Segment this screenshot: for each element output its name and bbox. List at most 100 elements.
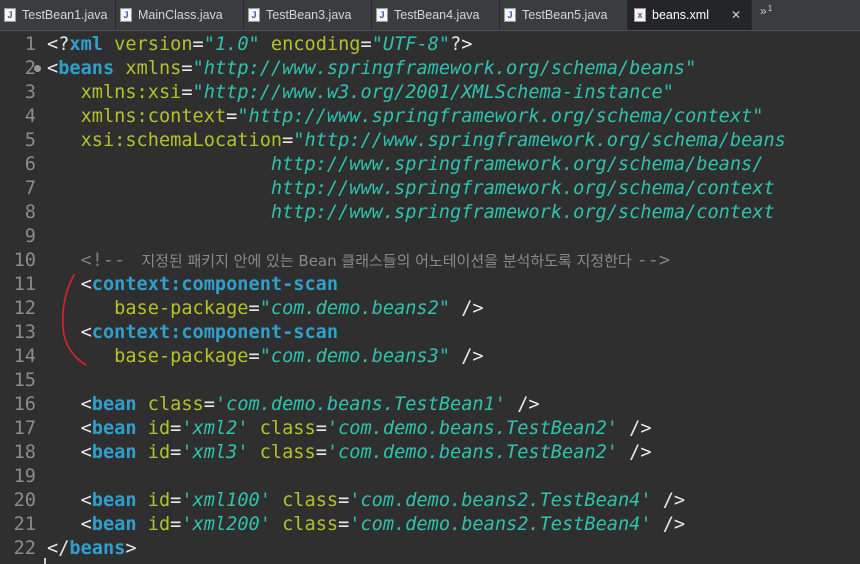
code-token: bean (91, 490, 137, 511)
line-number: 12 (13, 298, 36, 319)
code-token: id (136, 418, 171, 439)
tab-overflow-button[interactable]: » 1 (752, 0, 772, 30)
code-line[interactable]: 2 <beans xmlns="http://www.springframewor… (0, 57, 860, 81)
code-line[interactable]: 15 (0, 369, 860, 393)
line-number: 16 (13, 394, 36, 415)
tab-label: MainClass.java (138, 8, 223, 22)
code-token: version (102, 34, 193, 55)
code-token: = (170, 490, 182, 511)
code-text: base-package="com.demo.beans3" /> (47, 345, 484, 369)
code-token: 'xml3' (181, 442, 249, 463)
code-token: = (181, 58, 193, 79)
line-number: 8 (24, 202, 36, 223)
code-token: < (47, 274, 92, 295)
code-token: /> (450, 346, 484, 367)
code-line[interactable]: 22 </beans> (0, 537, 860, 561)
code-token: <!-- (47, 250, 137, 271)
code-text: <bean id='xml3' class='com.demo.beans.Te… (47, 441, 652, 465)
tab-testbean1-java[interactable]: J TestBean1.java (0, 0, 116, 30)
tab-mainclass-java[interactable]: J MainClass.java (116, 0, 244, 30)
code-text: <bean id='xml2' class='com.demo.beans.Te… (47, 417, 652, 441)
code-token: = (338, 514, 350, 535)
code-token: 'com.demo.beans.TestBean2' (326, 418, 618, 439)
java-file-icon: J (248, 8, 260, 22)
code-token: class (136, 394, 204, 415)
code-line[interactable]: 7 http://www.springframework.org/schema/… (0, 177, 860, 201)
line-number: 22 (13, 538, 36, 559)
code-text: http://www.springframework.org/schema/co… (47, 201, 775, 225)
code-token: xmlns:context (47, 106, 227, 127)
code-token: = (248, 298, 260, 319)
code-token: 'com.demo.beans.TestBean1' (214, 394, 506, 415)
code-token: bean (91, 418, 137, 439)
code-line[interactable]: 12 base-package="com.demo.beans2" /> (0, 297, 860, 321)
line-number: 11 (13, 274, 36, 295)
code-token: = (226, 106, 238, 127)
code-token: = (282, 130, 294, 151)
code-token: context:component-scan (91, 274, 339, 295)
code-line[interactable]: 8 http://www.springframework.org/schema/… (0, 201, 860, 225)
code-text: http://www.springframework.org/schema/be… (47, 153, 764, 177)
hidden-tab-count: 1 (767, 4, 773, 13)
code-line[interactable]: 5 xsi:schemaLocation="http://www.springf… (0, 129, 860, 153)
code-line[interactable]: 14 base-package="com.demo.beans3" /> (0, 345, 860, 369)
line-number: 2 (24, 58, 36, 79)
code-line[interactable]: 6 http://www.springframework.org/schema/… (0, 153, 860, 177)
tab-label: TestBean5.java (522, 8, 608, 22)
code-text: <beans xmlns="http://www.springframework… (47, 57, 696, 81)
code-text: <?xml version="1.0" encoding="UTF-8"?> (47, 33, 472, 57)
code-line[interactable]: 17 <bean id='xml2' class='com.demo.beans… (0, 417, 860, 441)
line-number: 15 (13, 370, 36, 391)
code-token: "http://www.springframework.org/schema/b… (293, 130, 786, 151)
java-file-icon: J (504, 8, 516, 22)
xml-editor[interactable]: 1 <?xml version="1.0" encoding="UTF-8"?> 2… (0, 31, 860, 564)
tab-testbean4-java[interactable]: J TestBean4.java (372, 0, 500, 30)
line-number: 9 (24, 226, 36, 247)
code-token: = (338, 490, 350, 511)
code-text: <bean id='xml200' class='com.demo.beans2… (47, 513, 686, 537)
code-token: beans (58, 58, 115, 79)
code-text: xsi:schemaLocation="http://www.springfra… (47, 129, 786, 153)
java-file-icon: J (376, 8, 388, 22)
code-token: class (270, 490, 339, 511)
code-line[interactable]: 1 <?xml version="1.0" encoding="UTF-8"?> (0, 33, 860, 57)
code-line[interactable]: 9 (0, 225, 860, 249)
code-token: < (47, 394, 92, 415)
line-number: 3 (24, 82, 36, 103)
code-token: --> (636, 250, 671, 271)
tab-beans-xml[interactable]: x beans.xml ✕ (628, 0, 752, 30)
tab-testbean3-java[interactable]: J TestBean3.java (244, 0, 372, 30)
code-token: /> (651, 514, 686, 535)
code-token: xsi:schemaLocation (47, 130, 283, 151)
code-text: <context:component-scan (47, 321, 338, 345)
java-file-icon: J (4, 8, 16, 22)
code-line[interactable]: 20 <bean id='xml100' class='com.demo.bea… (0, 489, 860, 513)
close-tab-icon[interactable]: ✕ (731, 8, 741, 22)
code-token: id (136, 442, 171, 463)
line-number: 1 (24, 34, 36, 55)
code-token: http://www.springframework.org/schema/be… (47, 154, 764, 175)
code-line[interactable]: 3 xmlns:xsi="http://www.w3.org/2001/XMLS… (0, 81, 860, 105)
code-token: class (248, 442, 316, 463)
code-line[interactable]: 13 <context:component-scan (0, 321, 860, 345)
code-line[interactable]: 21 <bean id='xml200' class='com.demo.bea… (0, 513, 860, 537)
xml-file-icon: x (634, 8, 646, 22)
code-line[interactable]: 18 <bean id='xml3' class='com.demo.beans… (0, 441, 860, 465)
code-line[interactable]: 10 <!-- 지정된 패키지 안에 있는 Bean 클래스들의 어노테이션을 … (0, 249, 860, 273)
line-number: 19 (13, 466, 36, 487)
code-token: /> (617, 442, 652, 463)
code-line[interactable]: 19 (0, 465, 860, 489)
line-number: 13 (13, 322, 36, 343)
code-line[interactable]: 11 <context:component-scan (0, 273, 860, 297)
code-line[interactable]: 16 <bean class='com.demo.beans.TestBean1… (0, 393, 860, 417)
tab-testbean5-java[interactable]: J TestBean5.java (500, 0, 628, 30)
code-token: http://www.springframework.org/schema/co… (47, 178, 775, 199)
code-token: 'com.demo.beans2.TestBean4' (349, 514, 652, 535)
code-text: <bean class='com.demo.beans.TestBean1' /… (47, 393, 540, 417)
code-token: < (47, 58, 59, 79)
fold-toggle-icon[interactable] (34, 65, 41, 72)
code-text: http://www.springframework.org/schema/co… (47, 177, 775, 201)
code-token: context:component-scan (91, 322, 339, 343)
code-line[interactable]: 4 xmlns:context="http://www.springframew… (0, 105, 860, 129)
code-token: = (315, 418, 327, 439)
